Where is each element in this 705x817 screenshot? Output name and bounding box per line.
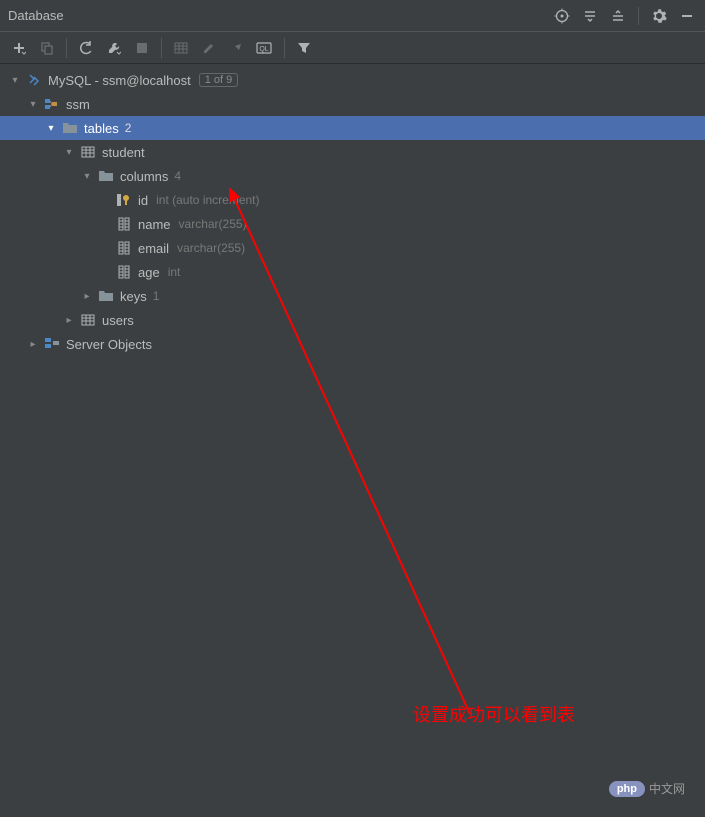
annotation-text: 设置成功可以看到表 [413, 701, 575, 727]
add-button[interactable] [8, 37, 30, 59]
expand-all-icon[interactable] [580, 6, 600, 26]
column-icon [116, 216, 132, 232]
columns-count: 4 [174, 169, 181, 183]
column-age-label: age [138, 265, 160, 280]
table-node-users[interactable]: ▸ users [0, 308, 705, 332]
minimize-icon[interactable] [677, 6, 697, 26]
datasource-count-badge: 1 of 9 [199, 73, 239, 87]
columns-folder-node[interactable]: ▾ columns 4 [0, 164, 705, 188]
column-node-age[interactable]: ▾ age int [0, 260, 705, 284]
server-objects-node[interactable]: ▸ Server Objects [0, 332, 705, 356]
separator [161, 38, 162, 58]
database-toolbar: QL [0, 32, 705, 64]
chevron-right-icon[interactable]: ▸ [62, 313, 76, 327]
folder-icon [98, 288, 114, 304]
header-actions [552, 6, 697, 26]
separator [638, 7, 639, 25]
datasource-icon [26, 72, 42, 88]
schema-label: ssm [66, 97, 90, 112]
database-tree[interactable]: ▾ MySQL - ssm@localhost 1 of 9 ▾ ssm ▾ t… [0, 64, 705, 817]
datasource-node[interactable]: ▾ MySQL - ssm@localhost 1 of 9 [0, 68, 705, 92]
table-users-label: users [102, 313, 134, 328]
column-id-type: int (auto increment) [156, 193, 259, 207]
columns-label: columns [120, 169, 168, 184]
column-id-label: id [138, 193, 148, 208]
folder-icon [98, 168, 114, 184]
tables-count: 2 [125, 121, 132, 135]
target-icon[interactable] [552, 6, 572, 26]
refresh-button[interactable] [75, 37, 97, 59]
filter-button[interactable] [293, 37, 315, 59]
svg-text:QL: QL [259, 46, 268, 53]
tables-label: tables [84, 121, 119, 136]
table-node-student[interactable]: ▾ student [0, 140, 705, 164]
separator [284, 38, 285, 58]
chevron-right-icon[interactable]: ▸ [80, 289, 94, 303]
table-icon [80, 144, 96, 160]
column-node-email[interactable]: ▾ email varchar(255) [0, 236, 705, 260]
schema-node[interactable]: ▾ ssm [0, 92, 705, 116]
chevron-down-icon[interactable]: ▾ [62, 145, 76, 159]
chevron-right-icon[interactable]: ▸ [26, 337, 40, 351]
server-objects-icon [44, 336, 60, 352]
keys-label: keys [120, 289, 147, 304]
keys-folder-node[interactable]: ▸ keys 1 [0, 284, 705, 308]
watermark-text: 中文网 [649, 780, 685, 797]
jump-button [226, 37, 248, 59]
chevron-down-icon[interactable]: ▾ [80, 169, 94, 183]
table-editor-button [170, 37, 192, 59]
column-email-label: email [138, 241, 169, 256]
wrench-button[interactable] [103, 37, 125, 59]
chevron-down-icon[interactable]: ▾ [26, 97, 40, 111]
table-icon [80, 312, 96, 328]
edit-button [198, 37, 220, 59]
column-name-label: name [138, 217, 171, 232]
gear-icon[interactable] [649, 6, 669, 26]
column-icon [116, 264, 132, 280]
column-email-type: varchar(255) [177, 241, 245, 255]
schema-icon [44, 96, 60, 112]
copy-button [36, 37, 58, 59]
keys-count: 1 [153, 289, 160, 303]
tables-folder-node[interactable]: ▾ tables 2 [0, 116, 705, 140]
column-icon [116, 240, 132, 256]
table-student-label: student [102, 145, 145, 160]
server-objects-label: Server Objects [66, 337, 152, 352]
watermark: php 中文网 [609, 780, 685, 797]
chevron-down-icon[interactable]: ▾ [8, 73, 22, 87]
separator [66, 38, 67, 58]
column-node-id[interactable]: ▾ id int (auto increment) [0, 188, 705, 212]
database-panel-header: Database [0, 0, 705, 32]
folder-icon [62, 120, 78, 136]
column-age-type: int [168, 265, 181, 279]
query-console-button[interactable]: QL [254, 37, 276, 59]
chevron-down-icon[interactable]: ▾ [44, 121, 58, 135]
panel-title: Database [8, 8, 64, 23]
stop-button [131, 37, 153, 59]
column-node-name[interactable]: ▾ name varchar(255) [0, 212, 705, 236]
column-name-type: varchar(255) [179, 217, 247, 231]
pk-column-icon [116, 192, 132, 208]
datasource-label: MySQL - ssm@localhost [48, 73, 191, 88]
watermark-badge: php [609, 781, 645, 797]
collapse-all-icon[interactable] [608, 6, 628, 26]
